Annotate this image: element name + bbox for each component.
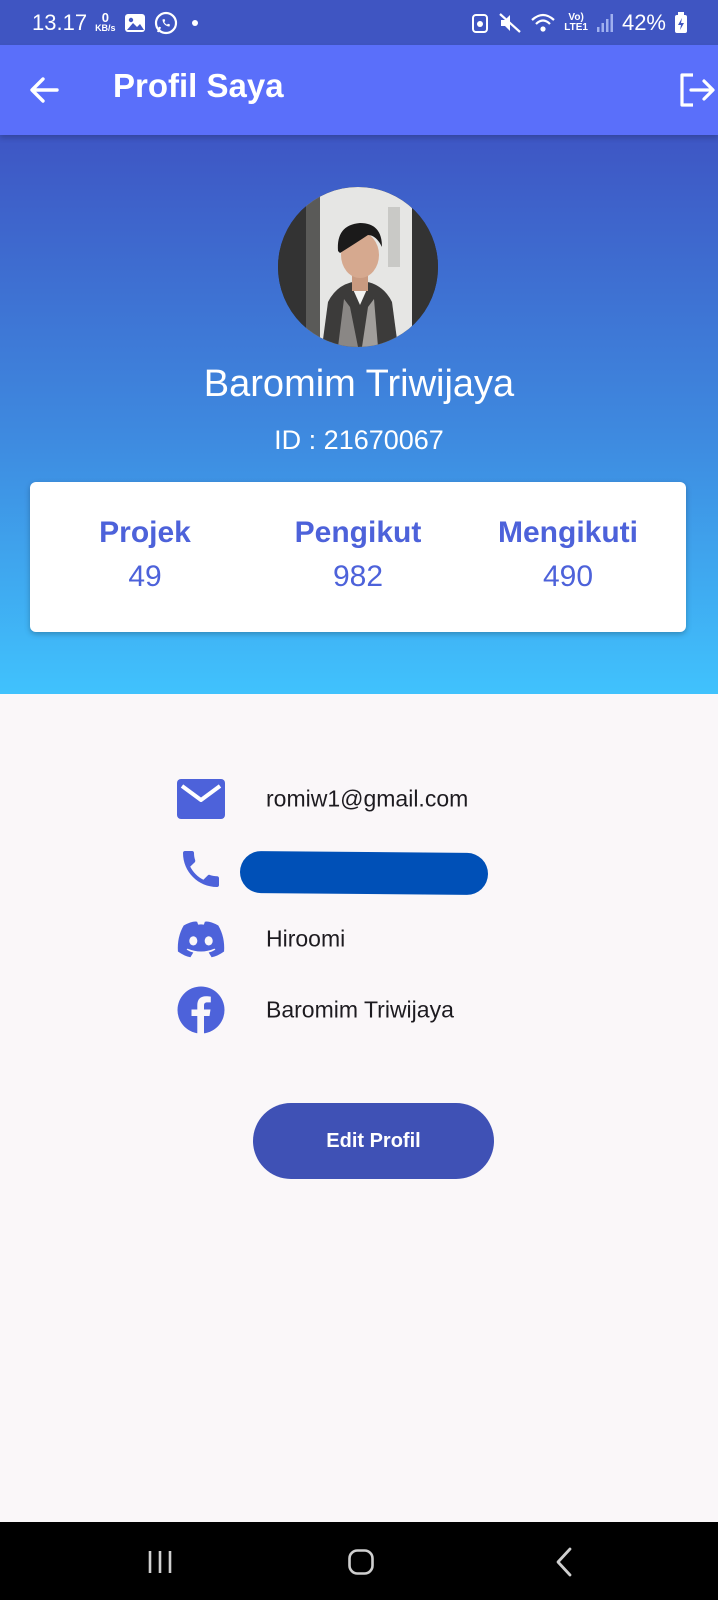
contact-facebook: Baromim Triwijaya bbox=[176, 985, 454, 1035]
contact-discord: Hiroomi bbox=[176, 914, 345, 964]
lte-indicator: Vo) LTE1 bbox=[564, 11, 588, 33]
page-title: Profil Saya bbox=[113, 67, 284, 104]
app-bar: Profil Saya bbox=[0, 45, 718, 135]
logout-button[interactable] bbox=[678, 72, 718, 110]
recents-icon bbox=[148, 1551, 172, 1573]
discord-icon bbox=[176, 914, 226, 964]
gallery-icon bbox=[124, 13, 146, 33]
signal-icon bbox=[596, 13, 614, 33]
home-button[interactable] bbox=[339, 1540, 383, 1584]
battery-percent: 42% bbox=[621, 9, 666, 35]
battery-icon bbox=[674, 11, 688, 34]
contact-email: romiw1@gmail.com bbox=[176, 774, 468, 824]
system-nav-bar bbox=[0, 1522, 718, 1600]
home-icon bbox=[348, 1549, 374, 1575]
email-text: romiw1@gmail.com bbox=[266, 785, 469, 812]
stat-mengikuti: Mengikuti 490 bbox=[463, 516, 673, 594]
status-left: 13.17 0 KB/s bbox=[32, 10, 198, 36]
chevron-left-icon bbox=[556, 1547, 572, 1577]
status-time: 13.17 bbox=[32, 9, 88, 35]
back-button[interactable] bbox=[26, 72, 62, 108]
stat-value: 490 bbox=[542, 560, 594, 593]
stat-label: Pengikut bbox=[294, 516, 422, 549]
notification-dot-icon bbox=[191, 19, 198, 26]
stat-label: Projek bbox=[99, 516, 191, 549]
nav-back-button[interactable] bbox=[542, 1540, 586, 1584]
status-right: Vo) LTE1 42% bbox=[470, 10, 688, 36]
lte-top: Vo) bbox=[568, 11, 584, 23]
logout-icon bbox=[680, 73, 715, 107]
stat-value: 982 bbox=[332, 560, 384, 593]
whatsapp-icon bbox=[154, 11, 178, 35]
stat-value: 49 bbox=[128, 560, 162, 593]
net-speed: 0 KB/s bbox=[95, 9, 116, 33]
stat-label: Mengikuti bbox=[498, 516, 638, 549]
lock-icon bbox=[470, 12, 490, 34]
mute-icon bbox=[498, 12, 522, 34]
net-speed-unit: KB/s bbox=[95, 22, 116, 33]
contact-phone bbox=[176, 844, 226, 894]
stats-card: Projek 49 Pengikut 982 Mengikuti 490 bbox=[30, 482, 686, 632]
net-speed-value: 0 bbox=[101, 9, 109, 25]
recents-button[interactable] bbox=[138, 1540, 182, 1584]
arrow-left-icon bbox=[30, 77, 59, 103]
edit-profile-button[interactable]: Edit Profil bbox=[253, 1103, 494, 1179]
stat-projek: Projek 49 bbox=[40, 516, 250, 594]
facebook-text: Baromim Triwijaya bbox=[266, 996, 454, 1023]
profile-header: Baromim Triwijaya ID : 21670067 Projek 4… bbox=[0, 135, 718, 694]
wifi-icon bbox=[530, 12, 556, 34]
mail-icon bbox=[176, 774, 226, 824]
status-bar: 13.17 0 KB/s Vo) LTE1 42% bbox=[0, 0, 718, 45]
phone-icon bbox=[176, 844, 226, 894]
facebook-icon bbox=[176, 985, 226, 1035]
discord-text: Hiroomi bbox=[266, 925, 346, 952]
profile-id: ID : 21670067 bbox=[274, 425, 444, 455]
avatar-photo bbox=[278, 187, 438, 347]
redacted-phone-mark bbox=[239, 850, 489, 896]
lte-bottom: LTE1 bbox=[564, 21, 588, 33]
profile-name: Baromim Triwijaya bbox=[203, 363, 515, 405]
stat-pengikut: Pengikut 982 bbox=[253, 516, 463, 594]
avatar bbox=[278, 187, 438, 347]
